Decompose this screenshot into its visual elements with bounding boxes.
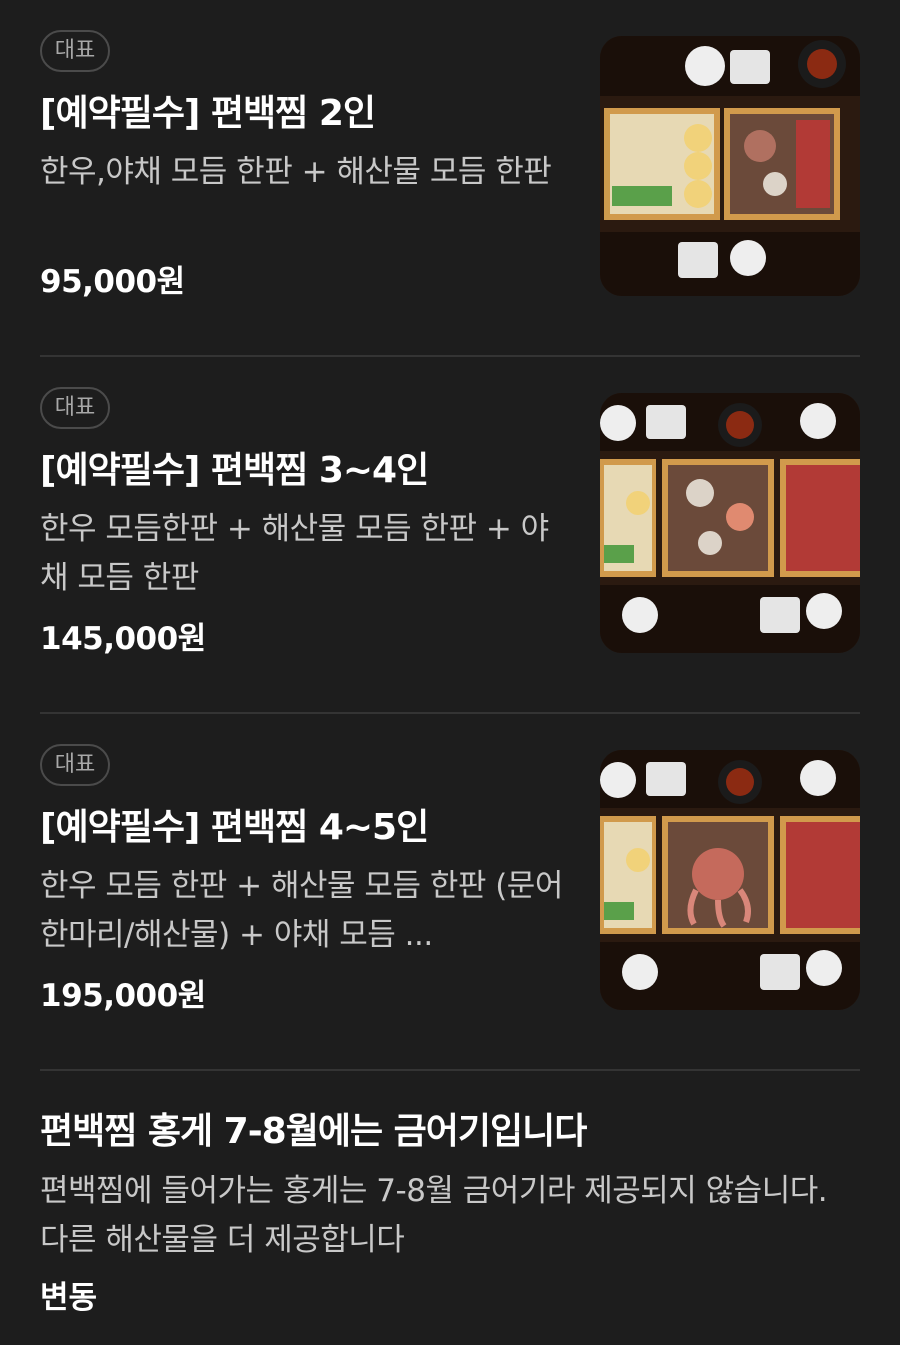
menu-item-title: [예약필수] 편백찜 3~4인 <box>40 450 429 491</box>
food-photo-icon <box>600 36 860 296</box>
notice-title: 편백찜 홍게 7-8월에는 금어기입니다 <box>40 1111 587 1152</box>
menu-item-price: 195,000원 <box>40 978 206 1014</box>
menu-item-price: 145,000원 <box>40 621 206 657</box>
menu-item-description: 한우,야채 모듬 한판 + 해산물 모듬 한판 <box>40 154 552 190</box>
menu-item-photo[interactable] <box>600 750 860 1010</box>
representative-badge: 대표 <box>40 387 110 429</box>
menu-item-photo[interactable] <box>600 393 860 653</box>
menu-item-title: [예약필수] 편백찜 2인 <box>40 93 376 134</box>
menu-item[interactable]: 대표 [예약필수] 편백찜 3~4인 한우 모듬한판 + 해산물 모듬 한판 +… <box>40 357 860 714</box>
representative-badge: 대표 <box>40 744 110 786</box>
menu-item-description: 한우 모듬한판 + 해산물 모듬 한판 + 야채 모듬 한판 <box>40 511 549 596</box>
notice-tag: 변동 <box>40 1280 98 1316</box>
menu-item-photo[interactable] <box>600 36 860 296</box>
representative-badge: 대표 <box>40 30 110 72</box>
notice-body: 편백찜에 들어가는 홍게는 7-8월 금어기라 제공되지 않습니다. 다른 해산… <box>40 1173 828 1258</box>
food-photo-icon <box>600 393 860 653</box>
menu-item-title: [예약필수] 편백찜 4~5인 <box>40 807 429 848</box>
menu-item[interactable]: 대표 [예약필수] 편백찜 4~5인 한우 모듬 한판 + 해산물 모듬 한판 … <box>40 714 860 1071</box>
menu-item-price: 95,000원 <box>40 264 185 300</box>
menu-list: 대표 [예약필수] 편백찜 2인 한우,야채 모듬 한판 + 해산물 모듬 한판… <box>40 0 860 1071</box>
food-photo-icon <box>600 750 860 1010</box>
menu-item[interactable]: 대표 [예약필수] 편백찜 2인 한우,야채 모듬 한판 + 해산물 모듬 한판… <box>40 0 860 357</box>
menu-item-description: 한우 모듬 한판 + 해산물 모듬 한판 (문어 한마리/해산물) + 야채 모… <box>40 868 563 953</box>
